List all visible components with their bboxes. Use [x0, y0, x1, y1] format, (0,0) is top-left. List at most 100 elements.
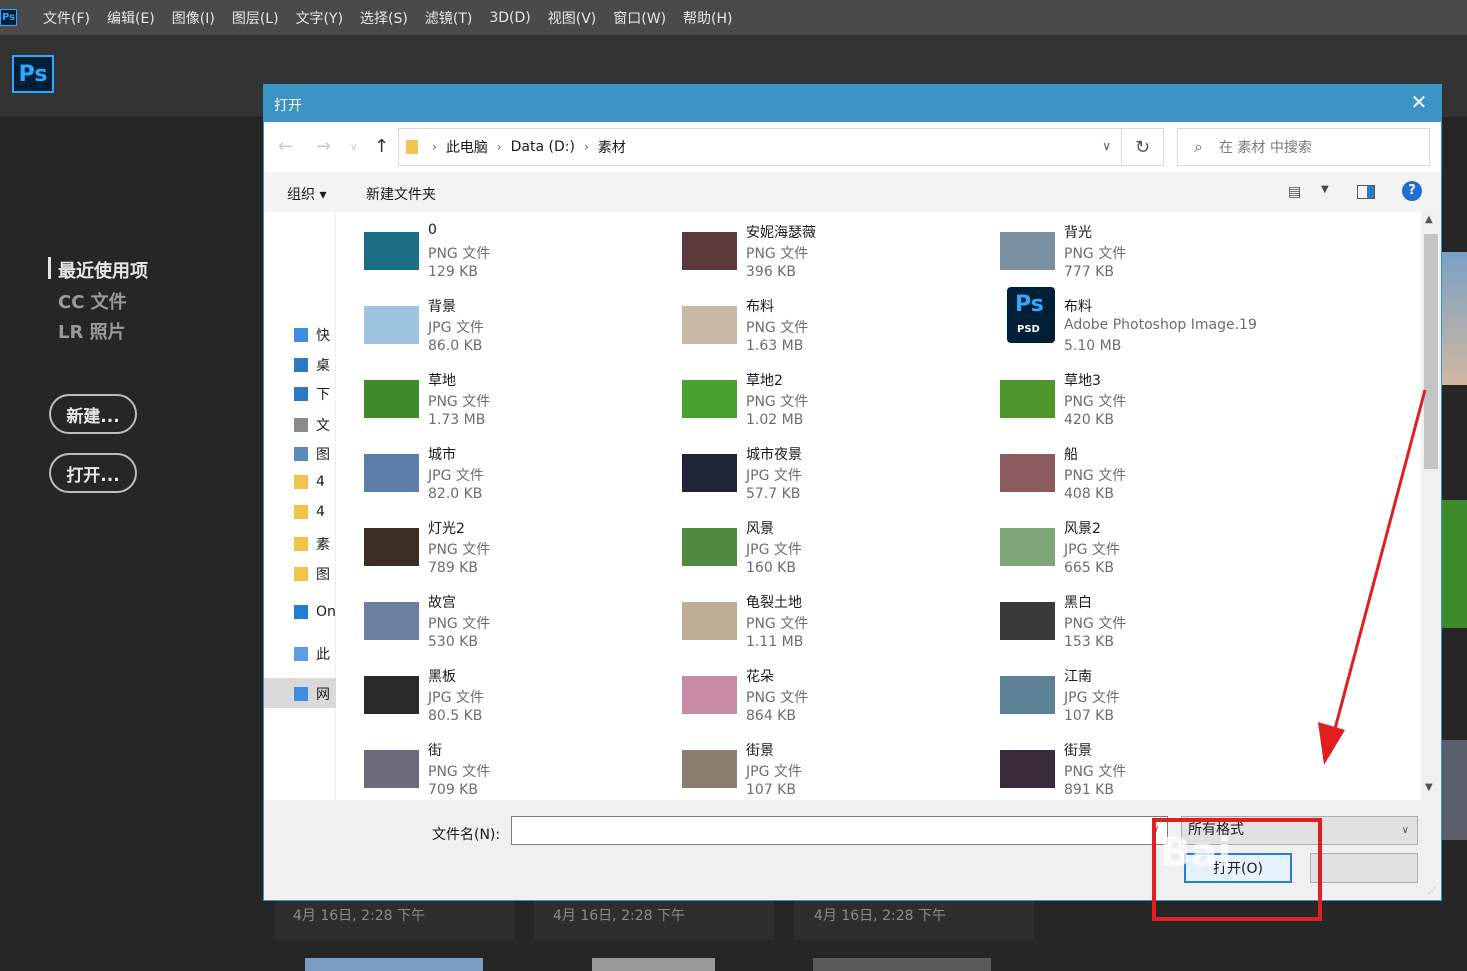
menu-view[interactable]: 视图(V) — [548, 8, 597, 28]
file-item[interactable]: 花朵 PNG 文件 864 KB — [654, 654, 954, 724]
file-item[interactable]: 船 PNG 文件 408 KB — [972, 432, 1272, 502]
recent-thumbnail[interactable] — [1441, 500, 1467, 628]
file-name: 街景 — [1064, 743, 1092, 759]
nav-tree-item[interactable]: 4 — [294, 474, 325, 490]
nav-tree-item[interactable]: 图 — [294, 564, 330, 584]
forward-arrow-icon[interactable]: → — [316, 136, 331, 157]
menu-file[interactable]: 文件(F) — [43, 8, 90, 28]
file-item[interactable]: 黑白 PNG 文件 153 KB — [972, 580, 1272, 650]
file-item[interactable]: 背景 JPG 文件 86.0 KB — [336, 284, 636, 354]
menu-3d[interactable]: 3D(D) — [489, 10, 530, 26]
recent-thumbnail[interactable] — [1441, 740, 1467, 840]
menu-window[interactable]: 窗口(W) — [613, 8, 666, 28]
address-bar[interactable]: › 此电脑 › Data (D:) › 素材 ∨ — [398, 128, 1122, 166]
file-item[interactable]: 草地2 PNG 文件 1.02 MB — [654, 358, 954, 428]
breadcrumb-item[interactable]: Data (D:) — [511, 139, 575, 155]
menu-layer[interactable]: 图层(L) — [232, 8, 279, 28]
chevron-right-icon[interactable]: › — [497, 140, 502, 154]
nav-recent[interactable]: 最近使用项 — [58, 257, 148, 283]
nav-tree-item[interactable]: 图 — [294, 444, 330, 464]
nav-tree-item[interactable]: 素 — [294, 534, 330, 554]
file-name: 风景 — [746, 521, 774, 537]
menu-type[interactable]: 文字(Y) — [296, 8, 343, 28]
file-type: PNG 文件 — [746, 246, 809, 262]
close-icon[interactable]: ✕ — [1409, 92, 1429, 112]
breadcrumb-item[interactable]: 此电脑 — [446, 137, 488, 157]
help-icon[interactable]: ? — [1402, 181, 1422, 201]
file-thumbnail — [364, 528, 419, 566]
recent-thumbnail[interactable] — [1441, 252, 1467, 385]
search-input[interactable]: ⌕ 在 素材 中搜索 — [1177, 128, 1430, 166]
chevron-right-icon[interactable]: › — [432, 140, 437, 154]
nav-tree-item[interactable]: 文 — [294, 415, 330, 435]
nav-tree-item[interactable]: 此 — [294, 644, 330, 664]
chevron-down-icon[interactable]: ∨ — [1402, 817, 1409, 844]
file-item[interactable]: 草地3 PNG 文件 420 KB — [972, 358, 1272, 428]
file-item[interactable]: 背光 PNG 文件 777 KB — [972, 212, 1272, 280]
file-item[interactable]: 龟裂土地 PNG 文件 1.11 MB — [654, 580, 954, 650]
filename-input[interactable] — [511, 816, 1168, 845]
nav-tree-item[interactable]: 网 — [294, 684, 330, 704]
recent-thumbnail[interactable] — [813, 958, 991, 971]
view-options-icon[interactable]: ▤ — [1288, 184, 1301, 200]
file-item[interactable]: 街 PNG 文件 709 KB — [336, 728, 636, 798]
back-arrow-icon[interactable]: ← — [278, 136, 293, 157]
scroll-down-icon[interactable]: ▼ — [1425, 782, 1433, 793]
menu-edit[interactable]: 编辑(E) — [107, 8, 155, 28]
file-item[interactable]: 黑板 JPG 文件 80.5 KB — [336, 654, 636, 724]
organize-menu[interactable]: 组织 ▾ — [287, 184, 326, 204]
nav-tree-item[interactable]: 桌 — [294, 355, 330, 375]
file-size: 530 KB — [428, 634, 478, 650]
view-dropdown-icon[interactable]: ▼ — [1321, 184, 1329, 195]
chevron-right-icon[interactable]: › — [584, 140, 589, 154]
file-type: PNG 文件 — [1064, 394, 1127, 410]
file-size: 1.02 MB — [746, 412, 804, 428]
file-item[interactable]: 布料 PNG 文件 1.63 MB — [654, 284, 954, 354]
file-item[interactable]: 街景 JPG 文件 107 KB — [654, 728, 954, 798]
menu-image[interactable]: 图像(I) — [172, 8, 215, 28]
nav-tree-item[interactable]: 4 — [294, 504, 325, 520]
resize-grip-icon[interactable]: ⋰ — [1428, 886, 1436, 895]
file-item[interactable]: 风景2 JPG 文件 665 KB — [972, 506, 1272, 576]
nav-cc-files[interactable]: CC 文件 — [58, 288, 127, 314]
nav-lr-photos[interactable]: LR 照片 — [58, 318, 126, 344]
nav-tree-label: 4 — [316, 474, 325, 490]
recent-locations-icon[interactable]: ∨ — [350, 142, 357, 153]
file-item[interactable]: 城市夜景 JPG 文件 57.7 KB — [654, 432, 954, 502]
file-item[interactable]: 街景 PNG 文件 891 KB — [972, 728, 1272, 798]
file-item[interactable]: 安妮海瑟薇 PNG 文件 396 KB — [654, 212, 954, 280]
nav-folder-icon — [294, 687, 308, 701]
breadcrumb-item[interactable]: 素材 — [598, 137, 626, 157]
menu-filter[interactable]: 滤镜(T) — [425, 8, 472, 28]
scroll-up-icon[interactable]: ▲ — [1425, 214, 1433, 225]
refresh-icon[interactable]: ↻ — [1122, 128, 1164, 166]
menu-select[interactable]: 选择(S) — [360, 8, 408, 28]
file-type: PNG 文件 — [428, 394, 491, 410]
recent-thumbnail[interactable] — [592, 958, 715, 971]
chevron-down-icon[interactable]: ∨ — [1102, 139, 1111, 153]
file-item[interactable]: 灯光2 PNG 文件 789 KB — [336, 506, 636, 576]
file-item[interactable]: 故宫 PNG 文件 530 KB — [336, 580, 636, 650]
file-item[interactable]: Ps PSD 布料 Adobe Photoshop Image.19 5.10 MB — [972, 284, 1272, 354]
preview-pane-icon[interactable] — [1357, 185, 1375, 199]
nav-tree-item[interactable]: On — [294, 604, 336, 620]
menu-help[interactable]: 帮助(H) — [683, 8, 732, 28]
recent-thumbnail[interactable] — [305, 958, 483, 971]
file-item[interactable]: 草地 PNG 文件 1.73 MB — [336, 358, 636, 428]
file-name: 草地3 — [1064, 373, 1101, 389]
new-button[interactable]: 新建... — [49, 394, 137, 434]
file-type: PNG 文件 — [746, 394, 809, 410]
file-item[interactable]: 风景 JPG 文件 160 KB — [654, 506, 954, 576]
nav-tree-label: 网 — [316, 687, 330, 703]
open-button[interactable]: 打开... — [49, 453, 137, 493]
nav-tree-item[interactable]: 快 — [294, 325, 330, 345]
cancel-button[interactable] — [1310, 853, 1418, 883]
new-folder-button[interactable]: 新建文件夹 — [366, 184, 436, 204]
file-thumbnail — [364, 306, 419, 344]
ps-app-icon: Ps — [0, 9, 17, 26]
file-item[interactable]: 0 PNG 文件 129 KB — [336, 212, 636, 280]
nav-tree-item[interactable]: 下 — [294, 384, 330, 404]
file-item[interactable]: 江南 JPG 文件 107 KB — [972, 654, 1272, 724]
file-item[interactable]: 城市 JPG 文件 82.0 KB — [336, 432, 636, 502]
up-arrow-icon[interactable]: ↑ — [374, 136, 389, 157]
